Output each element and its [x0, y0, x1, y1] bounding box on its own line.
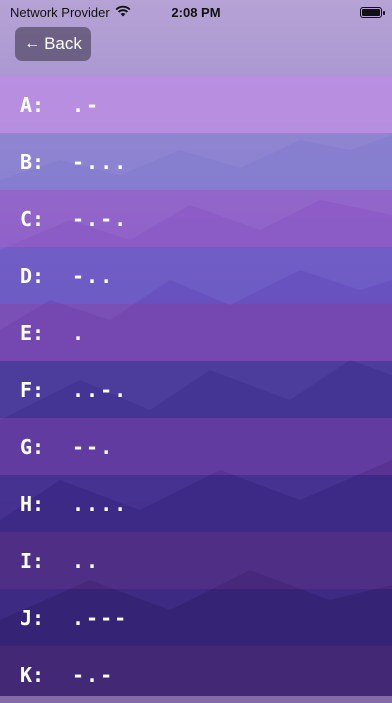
morse-code: -.. — [72, 263, 115, 288]
morse-letter: G: — [20, 434, 45, 459]
morse-row-j[interactable]: J: .--- — [0, 589, 392, 646]
status-bar: Network Provider 2:08 PM — [0, 0, 392, 24]
left-arrow-icon: ← — [24, 35, 41, 52]
wifi-icon — [115, 5, 131, 20]
morse-row-g[interactable]: G: --. — [0, 418, 392, 475]
morse-letter: B: — [20, 149, 45, 174]
morse-code: .... — [72, 491, 129, 516]
morse-letter: E: — [20, 320, 45, 345]
morse-row-e[interactable]: E:. — [0, 304, 392, 361]
carrier-label: Network Provider — [10, 4, 110, 20]
morse-row-f[interactable]: F: ..-. — [0, 361, 392, 418]
morse-letter: H: — [20, 491, 45, 516]
morse-code: ..-. — [72, 377, 129, 402]
morse-code: -.- — [72, 662, 115, 687]
morse-row-k[interactable]: K: -.- — [0, 646, 392, 703]
morse-letter: K: — [20, 662, 45, 687]
morse-letter: F: — [20, 377, 45, 402]
morse-code: --. — [72, 434, 115, 459]
morse-letter: C: — [20, 206, 45, 231]
back-button-label: Back — [44, 34, 82, 53]
morse-code: .. — [72, 548, 101, 573]
battery-icon — [360, 6, 385, 18]
morse-letter: J: — [20, 605, 45, 630]
morse-code: -.-. — [72, 206, 129, 231]
morse-code: -... — [72, 149, 129, 174]
clock-time: 2:08 PM — [171, 4, 221, 20]
morse-code: .- — [72, 92, 101, 117]
morse-row-c[interactable]: C: -.-. — [0, 190, 392, 247]
morse-row-b[interactable]: B: -... — [0, 133, 392, 190]
morse-row-i[interactable]: I:.. — [0, 532, 392, 589]
status-left: Network Provider — [10, 5, 131, 20]
morse-row-d[interactable]: D: -.. — [0, 247, 392, 304]
morse-letter: I: — [20, 548, 45, 573]
morse-letter: A: — [20, 92, 45, 117]
morse-letter: D: — [20, 263, 45, 288]
morse-code: .--- — [72, 605, 129, 630]
morse-code-list: A: .- B: -... C: -.-. D: -.. E:. F: ..-. G: --… — [0, 76, 392, 703]
back-button[interactable]: ← Back — [15, 27, 91, 61]
morse-row-h[interactable]: H:.... — [0, 475, 392, 532]
morse-code: . — [72, 320, 87, 345]
morse-row-a[interactable]: A: .- — [0, 76, 392, 133]
